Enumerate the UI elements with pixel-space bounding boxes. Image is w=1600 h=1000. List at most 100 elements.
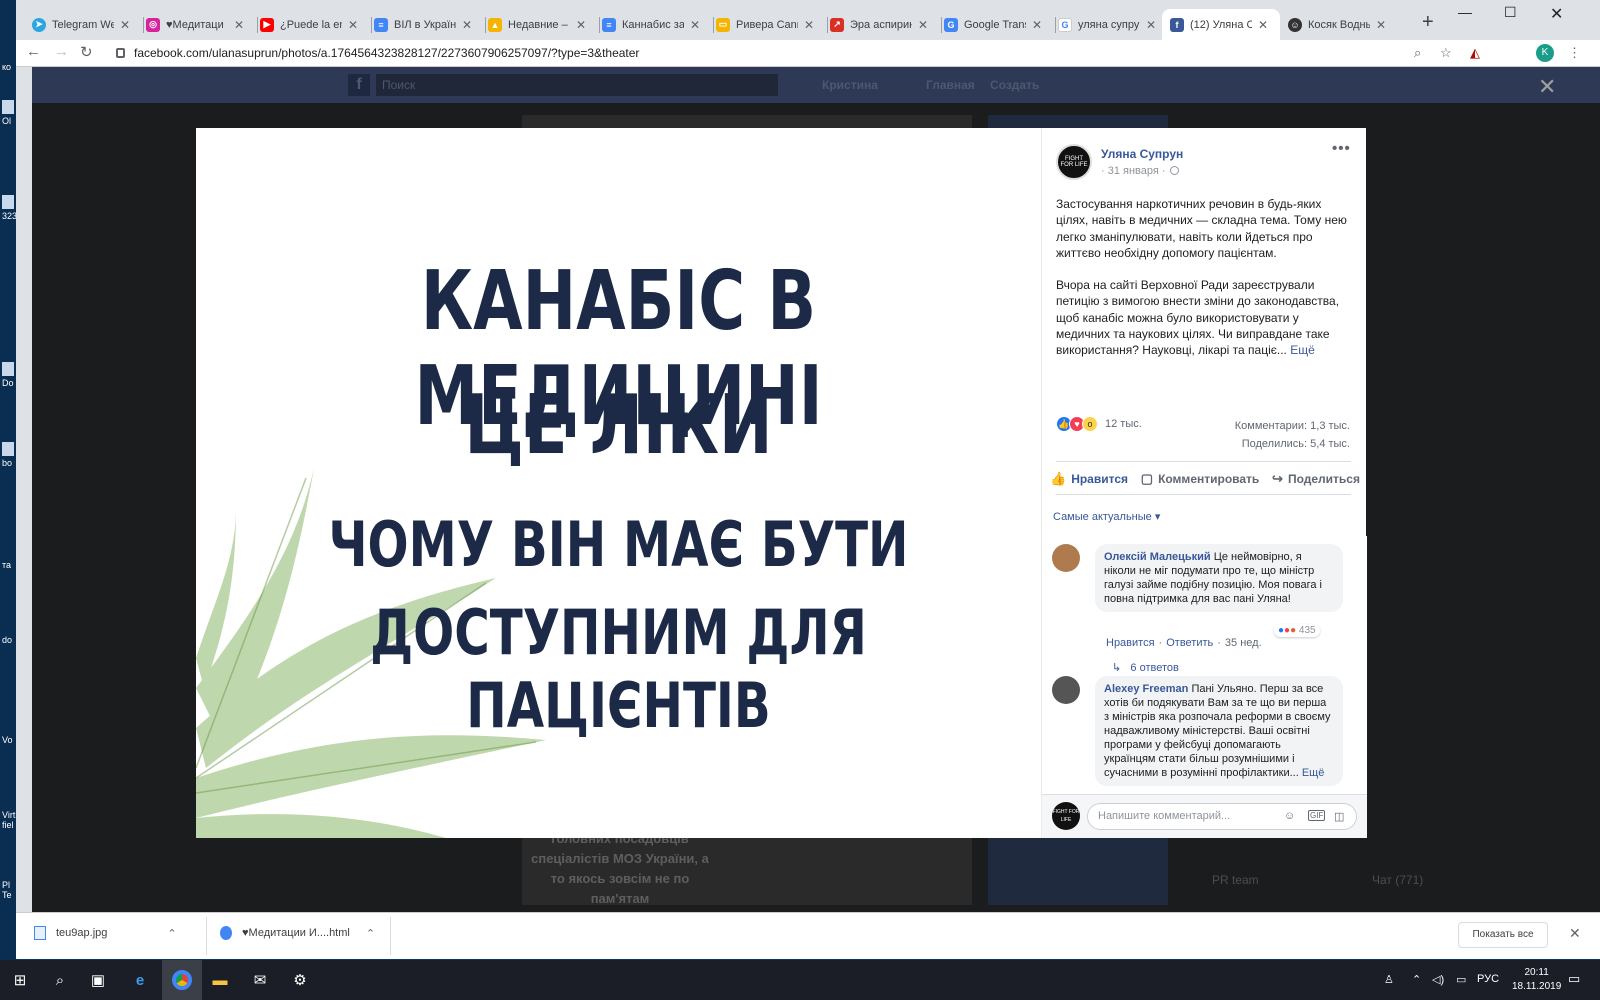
shares-stat[interactable]: Поделились: 5,4 тыс. [1242, 438, 1350, 450]
chat-tab[interactable]: Чат (771) [1372, 873, 1423, 887]
chevron-up-icon[interactable]: ⌃ [167, 927, 176, 940]
post-photo[interactable]: КАНАБІС В МЕДИЦИНІ ЦЕ ЛІКИ ЧОМУ ВІН МАЄ … [196, 128, 1041, 838]
browser-tab-active[interactable]: f(12) Уляна Су✕ [1162, 9, 1280, 40]
browser-tab[interactable]: Gуляна супрун ✕ [1050, 9, 1168, 40]
like-button[interactable]: 👍 Нравится [1050, 471, 1128, 487]
browser-tab[interactable]: ➤Telegram Web✕ [24, 9, 142, 40]
clock[interactable]: 20:11 18.11.2019 [1512, 966, 1561, 994]
download-item[interactable]: teu9ap.jpg ⌃ [34, 926, 177, 940]
chat-group-tab[interactable]: PR team [1212, 873, 1259, 887]
desktop-icon[interactable]: ко [2, 62, 16, 72]
browser-tab[interactable]: ↗Эра аспирина✕ [822, 9, 940, 40]
emoji-icon[interactable]: ☺ [1284, 810, 1295, 822]
author-avatar[interactable]: FIGHT FOR LIFE [1056, 144, 1092, 180]
comments-stat[interactable]: Комментарии: 1,3 тыс. [1235, 420, 1350, 432]
new-tab-button[interactable]: + [1422, 11, 1434, 34]
close-tab-icon[interactable]: ✕ [576, 18, 586, 32]
close-tab-icon[interactable]: ✕ [918, 18, 928, 32]
browser-tab[interactable]: ▶¿Puede la env✕ [252, 9, 370, 40]
comment-reactions[interactable]: ● ● ● 435 [1274, 624, 1320, 637]
browser-tab[interactable]: G Google Transl ✕ [936, 9, 1054, 40]
notifications-icon[interactable]: ▭ [1568, 971, 1580, 987]
file-explorer-icon[interactable]: ▬ [208, 968, 232, 992]
desktop-icon[interactable]: 323 [2, 195, 16, 221]
edge-icon[interactable]: e [128, 968, 152, 992]
volume-icon[interactable]: ◁) [1432, 973, 1444, 986]
settings-gear-icon[interactable]: ⚙ [288, 968, 312, 992]
task-view-icon[interactable]: ▣ [86, 968, 110, 992]
minimize-button[interactable]: — [1458, 4, 1472, 20]
acrobat-extension-icon[interactable]: ◭ [1470, 45, 1480, 61]
zoom-icon[interactable]: ⌕ [1414, 45, 1421, 61]
address-bar[interactable]: facebook.com/ulanasuprun/photos/a.176456… [116, 42, 1416, 64]
close-tab-icon[interactable]: ✕ [462, 18, 472, 32]
close-tab-icon[interactable]: ✕ [1376, 18, 1386, 32]
browser-tab[interactable]: ≡Каннабис зап✕ [594, 9, 712, 40]
close-tab-icon[interactable]: ✕ [1258, 18, 1268, 32]
language-indicator[interactable]: РУС [1477, 973, 1499, 985]
desktop-icon[interactable]: Pl Te [2, 880, 16, 900]
desktop-icon[interactable]: Ol [2, 100, 16, 126]
close-tab-icon[interactable]: ✕ [348, 18, 358, 32]
facebook-logo-icon[interactable]: f [348, 74, 370, 96]
sticker-icon[interactable]: ◫ [1334, 810, 1344, 823]
close-theater-icon[interactable]: ✕ [1538, 74, 1556, 100]
browser-tab[interactable]: ▭Ривера Canna✕ [708, 9, 826, 40]
network-icon[interactable]: ▭ [1456, 973, 1466, 986]
see-more-link[interactable]: Ещё [1302, 767, 1325, 779]
close-tab-icon[interactable]: ✕ [120, 18, 130, 32]
desktop-icon[interactable]: do [2, 635, 16, 645]
facebook-search-input[interactable]: Поиск [376, 74, 778, 96]
maximize-button[interactable]: ☐ [1504, 4, 1517, 21]
fb-nav-create[interactable]: Создать [990, 78, 1039, 92]
see-more-link[interactable]: Ещё [1290, 343, 1315, 357]
comment-sort-dropdown[interactable]: Самые актуальные ▾ [1053, 510, 1160, 523]
close-downloads-icon[interactable]: ✕ [1569, 925, 1581, 942]
share-button[interactable]: ↪ Поделиться [1272, 471, 1360, 487]
search-icon[interactable]: ⌕ [48, 968, 72, 992]
fb-nav-profile[interactable]: Кристина [822, 78, 878, 92]
post-date[interactable]: · 31 января · [1101, 165, 1179, 177]
show-all-downloads-button[interactable]: Показать все [1458, 922, 1548, 948]
fb-nav-home[interactable]: Главная [926, 78, 975, 92]
desktop-icon[interactable]: Vo [2, 735, 16, 745]
gif-icon[interactable]: GIF [1308, 810, 1326, 821]
forward-button[interactable]: → [54, 43, 69, 60]
profile-avatar[interactable]: K [1536, 44, 1554, 62]
bookmark-star-icon[interactable]: ☆ [1440, 45, 1452, 61]
commenter-avatar[interactable] [1052, 544, 1080, 572]
browser-tab[interactable]: ▲Недавние – G✕ [480, 9, 598, 40]
browser-tab[interactable]: ◎ ♥Медитаци ✕ [138, 9, 256, 40]
tray-overflow-icon[interactable]: ⌃ [1412, 973, 1421, 986]
close-tab-icon[interactable]: ✕ [804, 18, 814, 32]
back-button[interactable]: ← [26, 43, 41, 60]
desktop-icon[interactable]: Do [2, 362, 16, 388]
browser-tab[interactable]: ☺Косяк Водный✕ [1280, 9, 1398, 40]
windows-start-icon[interactable]: ⊞ [8, 968, 32, 992]
view-replies-link[interactable]: ↳ 6 ответов [1112, 661, 1179, 674]
commenter-name[interactable]: Alexey Freeman [1104, 683, 1188, 695]
close-tab-icon[interactable]: ✕ [690, 18, 700, 32]
close-window-button[interactable]: ✕ [1550, 4, 1563, 24]
chevron-up-icon[interactable]: ⌃ [366, 927, 375, 940]
author-name[interactable]: Уляна Супрун [1101, 147, 1183, 161]
commenter-avatar[interactable] [1052, 676, 1080, 704]
close-tab-icon[interactable]: ✕ [234, 18, 244, 32]
comment-button[interactable]: ▢ Комментировать [1141, 471, 1260, 487]
more-options-icon[interactable]: ••• [1332, 140, 1351, 157]
menu-icon[interactable]: ⋮ [1568, 45, 1581, 61]
comment-like-link[interactable]: Нравится [1106, 637, 1155, 649]
desktop-icon[interactable]: bo [2, 442, 16, 468]
desktop-icon[interactable]: Virt fiel [2, 810, 16, 830]
comment-reply-link[interactable]: Ответить [1166, 637, 1213, 649]
reaction-summary[interactable]: 👍 ♥ o 12 тыс. [1056, 416, 1142, 432]
commenter-name[interactable]: Олексій Малецький [1104, 551, 1211, 563]
download-item[interactable]: ♥Медитации И....html ⌃ [220, 926, 375, 940]
chrome-icon[interactable] [162, 960, 202, 1000]
mail-icon[interactable]: ✉ [248, 968, 272, 992]
browser-tab[interactable]: ≡ ВІЛ в Україні ✕ [366, 9, 484, 40]
reload-button[interactable]: ↻ [80, 43, 93, 61]
people-icon[interactable]: ♙ [1384, 973, 1394, 986]
close-tab-icon[interactable]: ✕ [1146, 18, 1156, 32]
desktop-icon[interactable]: та [2, 560, 16, 570]
